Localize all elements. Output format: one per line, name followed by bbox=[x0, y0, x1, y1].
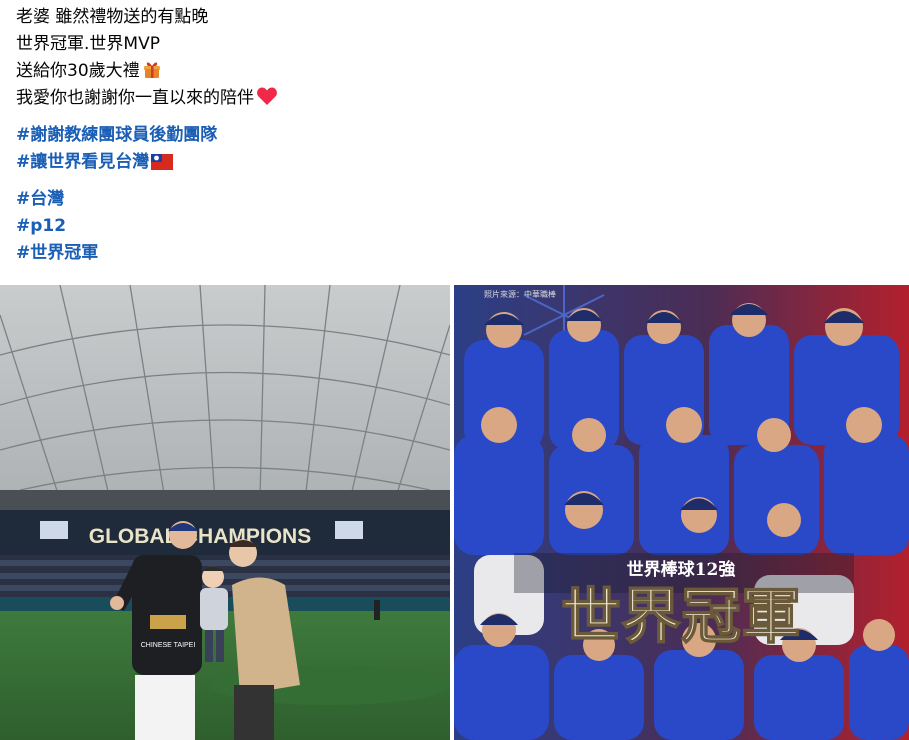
banner-text: CHINESE TAIPEI bbox=[141, 642, 196, 649]
gift-icon bbox=[142, 59, 162, 88]
hashtag-item[interactable]: #p12 bbox=[16, 213, 896, 240]
hashtag-item[interactable]: #讓世界看見台灣 bbox=[16, 149, 896, 176]
hashtag-item[interactable]: #台灣 bbox=[16, 186, 896, 213]
hashtag-link-thanks[interactable]: #謝謝教練團球員後勤團隊 bbox=[16, 125, 217, 145]
hashtag-item[interactable]: #謝謝教練團球員後勤團隊 bbox=[16, 122, 896, 149]
post-line-3-text: 送給你30歲大禮 bbox=[16, 61, 140, 81]
taiwan-flag-icon bbox=[151, 152, 174, 179]
team-poster-image: 照片來源：中華職棒 世界棒球12強 世界冠軍 bbox=[454, 285, 909, 740]
post-line-1: 老婆 雖然禮物送的有點晚 bbox=[16, 7, 209, 27]
scoreboard-text: GLOBAL CHAMPIONS bbox=[89, 525, 311, 548]
post-line-3: 送給你30歲大禮 bbox=[16, 58, 896, 85]
stadium-photo-image: GLOBAL CHAMPIONS CHINESE TAIPEI bbox=[0, 285, 450, 740]
post-line-4-text: 我愛你也謝謝你一直以來的陪伴 bbox=[16, 88, 254, 108]
poster-subtitle: 世界棒球12強 bbox=[627, 559, 736, 580]
poster-title: 世界冠軍 bbox=[561, 582, 801, 652]
photo-stadium-family[interactable]: GLOBAL CHAMPIONS CHINESE TAIPEI bbox=[0, 285, 450, 740]
hashtag-link-world-champion[interactable]: #世界冠軍 bbox=[16, 243, 98, 263]
hashtag-link-taiwan[interactable]: #台灣 bbox=[16, 189, 64, 209]
post-line-4: 我愛你也謝謝你一直以來的陪伴 bbox=[16, 85, 896, 112]
post-line-2: 世界冠軍.世界MVP bbox=[16, 34, 160, 54]
hashtag-link-taiwan-world[interactable]: #讓世界看見台灣 bbox=[16, 152, 149, 172]
poster-source-text: 照片來源：中華職棒 bbox=[484, 289, 556, 299]
hashtag-link-p12[interactable]: #p12 bbox=[16, 216, 66, 236]
post-body: 老婆 雖然禮物送的有點晚 世界冠軍.世界MVP 送給你30歲大禮 我愛你也謝謝你… bbox=[16, 4, 896, 267]
hashtag-item[interactable]: #世界冠軍 bbox=[16, 240, 896, 267]
photo-team-poster[interactable]: 照片來源：中華職棒 世界棒球12強 世界冠軍 bbox=[454, 285, 909, 740]
heart-icon bbox=[256, 86, 278, 115]
